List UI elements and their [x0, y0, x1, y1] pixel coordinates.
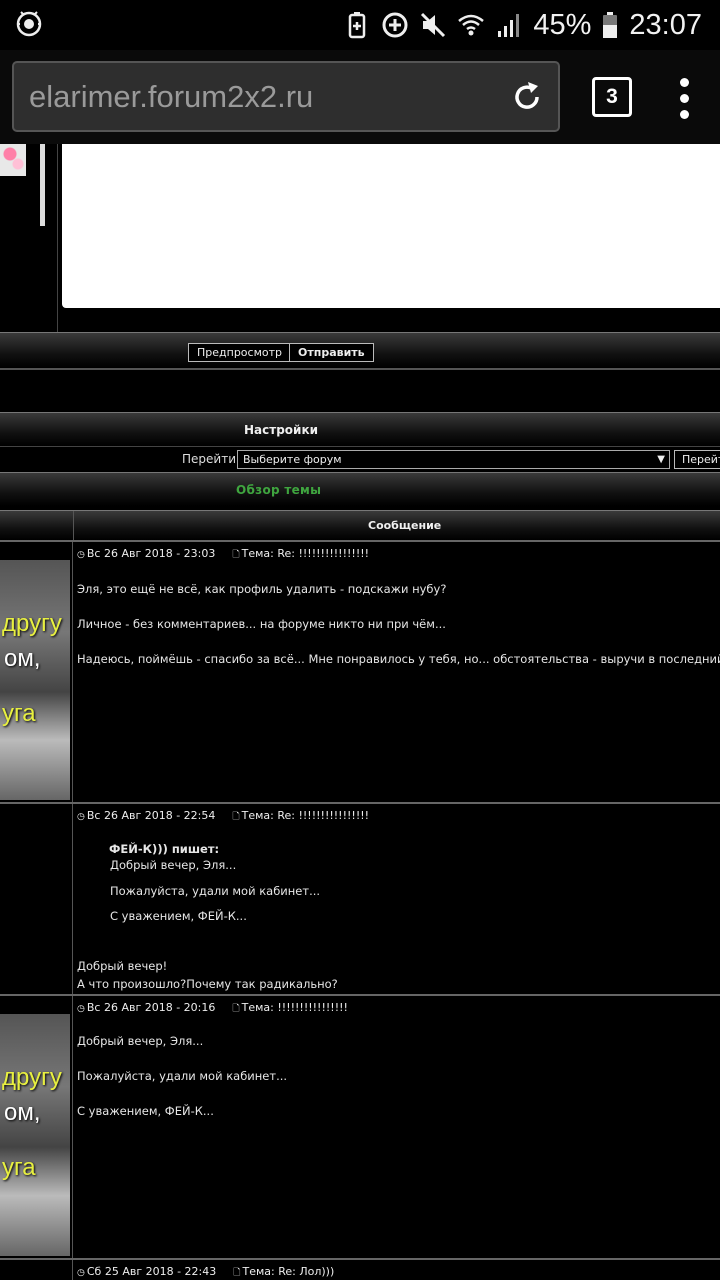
clock: 23:07 — [629, 8, 702, 41]
document-icon: 🗋 — [232, 550, 240, 560]
status-bar: 45% 23:07 — [0, 0, 720, 50]
clock-icon: ◷ — [77, 550, 85, 560]
author-column — [0, 804, 73, 994]
avatar-text: уга — [2, 1154, 36, 1181]
post-text: Личное - без комментариев... на форуме н… — [77, 617, 446, 631]
avatar[interactable]: другу ом, уга — [0, 1014, 70, 1256]
smilies-panel — [0, 144, 58, 332]
jump-row: Перейти: Выберите форум ▼ Перейт — [0, 446, 720, 472]
wifi-icon — [458, 14, 485, 36]
battery-saver-icon — [349, 12, 366, 39]
avatar-text: ом, — [4, 1099, 41, 1126]
message-column-header: Сообщение — [368, 519, 442, 532]
quote-text: С уважением, ФЕЙ-К... — [110, 909, 247, 923]
topic-overview-header[interactable]: Обзор темы — [236, 483, 321, 497]
smiley-image[interactable] — [0, 144, 26, 176]
avatar-text: ом, — [4, 645, 41, 672]
battery-percent: 45% — [533, 8, 592, 41]
avatar-text: другу — [2, 1064, 62, 1091]
post-text: Добрый вечер, Эля... — [77, 1034, 204, 1048]
signal-icon — [498, 14, 520, 37]
submit-button[interactable]: Отправить — [289, 343, 374, 362]
post: другу ом, уга ◷ Вс 26 Авг 2018 - 23:03 🗋 Т… — [0, 540, 720, 802]
jump-label: Перейти: — [182, 452, 241, 466]
author-column — [0, 1260, 73, 1280]
clock-icon: ◷ — [77, 1268, 85, 1278]
browser-toolbar: elarimer.forum2x2.ru 3 — [0, 50, 720, 144]
tab-switcher-button[interactable]: 3 — [592, 77, 632, 117]
battery-icon — [603, 12, 618, 38]
mute-icon — [421, 12, 446, 38]
post-meta: ◷ Вс 26 Авг 2018 - 20:16 🗋 Тема: !!!!!!!!!… — [77, 1001, 348, 1017]
reply-textarea[interactable] — [62, 144, 720, 308]
dr-web-icon — [16, 11, 42, 37]
avatar-text: уга — [2, 700, 36, 727]
posts-table-header: Сообщение — [0, 510, 720, 541]
post: ◷ Сб 25 Авг 2018 - 22:43 🗋 Тема: Re: Лол))… — [0, 1258, 720, 1280]
post-date[interactable]: Вс 26 Авг 2018 - 22:54 — [87, 809, 216, 822]
quote-author: ФЕЙ-К))) пишет: — [109, 842, 220, 856]
settings-header-bar: Настройки — [0, 412, 720, 446]
quote-text: Пожалуйста, удали мой кабинет... — [110, 884, 321, 898]
post-text: Добрый вечер! — [77, 959, 168, 973]
address-bar[interactable]: elarimer.forum2x2.ru — [12, 61, 560, 132]
topic-overview-bar: Обзор темы — [0, 472, 720, 506]
avatar[interactable]: другу ом, уга — [0, 560, 70, 800]
data-saver-icon — [382, 12, 408, 38]
form-buttons-bar: Предпросмотр Отправить — [0, 332, 720, 368]
post-meta: ◷ Сб 25 Авг 2018 - 22:43 🗋 Тема: Re: Лол))… — [77, 1265, 334, 1280]
post-date[interactable]: Вс 26 Авг 2018 - 20:16 — [87, 1001, 216, 1014]
forum-page: Предпросмотр Отправить Настройки Перейти… — [0, 144, 720, 1280]
document-icon: 🗋 — [233, 1268, 241, 1278]
post-subject[interactable]: Тема: Re: !!!!!!!!!!!!!!!! — [242, 547, 369, 560]
post-subject[interactable]: Тема: !!!!!!!!!!!!!!!! — [242, 1001, 348, 1014]
overflow-menu-icon[interactable] — [668, 75, 700, 121]
url-text[interactable]: elarimer.forum2x2.ru — [29, 79, 313, 115]
forum-select-value: Выберите форум — [243, 453, 342, 466]
preview-button[interactable]: Предпросмотр — [188, 343, 291, 362]
post-meta: ◷ Вс 26 Авг 2018 - 22:54 🗋 Тема: Re: !!!!!… — [77, 809, 369, 825]
post-date[interactable]: Вс 26 Авг 2018 - 23:03 — [87, 547, 216, 560]
post: ◷ Вс 26 Авг 2018 - 22:54 🗋 Тема: Re: !!!!!… — [0, 802, 720, 994]
document-icon: 🗋 — [232, 812, 240, 822]
post-text: Эля, это ещё не всё, как профиль удалить… — [77, 582, 447, 596]
spacer-row — [0, 368, 720, 412]
post-subject[interactable]: Тема: Re: !!!!!!!!!!!!!!!! — [242, 809, 369, 822]
author-column: другу ом, уга — [0, 996, 73, 1258]
quote-text: Добрый вечер, Эля... — [110, 858, 237, 872]
avatar-text: другу — [2, 610, 62, 637]
smilies-scrollbar[interactable] — [40, 144, 45, 226]
dropdown-arrow-icon: ▼ — [657, 454, 665, 465]
post: другу ом, уга ◷ Вс 26 Авг 2018 - 20:16 🗋 Т… — [0, 994, 720, 1258]
go-button[interactable]: Перейт — [674, 450, 720, 469]
forum-select[interactable]: Выберите форум ▼ — [237, 450, 670, 469]
post-text: А что произошло?Почему так радикально? — [77, 977, 338, 991]
post-date[interactable]: Сб 25 Авг 2018 - 22:43 — [87, 1265, 216, 1278]
author-column: другу ом, уга — [0, 542, 73, 802]
post-text: Пожалуйста, удали мой кабинет... — [77, 1069, 288, 1083]
clock-icon: ◷ — [77, 812, 85, 822]
settings-header: Настройки — [244, 423, 319, 437]
clock-icon: ◷ — [77, 1004, 85, 1014]
post-text: С уважением, ФЕЙ-К... — [77, 1104, 214, 1118]
post-meta: ◷ Вс 26 Авг 2018 - 23:03 🗋 Тема: Re: !!!!!… — [77, 547, 369, 563]
post-subject[interactable]: Тема: Re: Лол))) — [243, 1265, 335, 1278]
post-text: Надеюсь, поймёшь - спасибо за всё... Мне… — [77, 652, 720, 666]
reload-icon[interactable] — [510, 80, 544, 114]
document-icon: 🗋 — [232, 1004, 240, 1014]
